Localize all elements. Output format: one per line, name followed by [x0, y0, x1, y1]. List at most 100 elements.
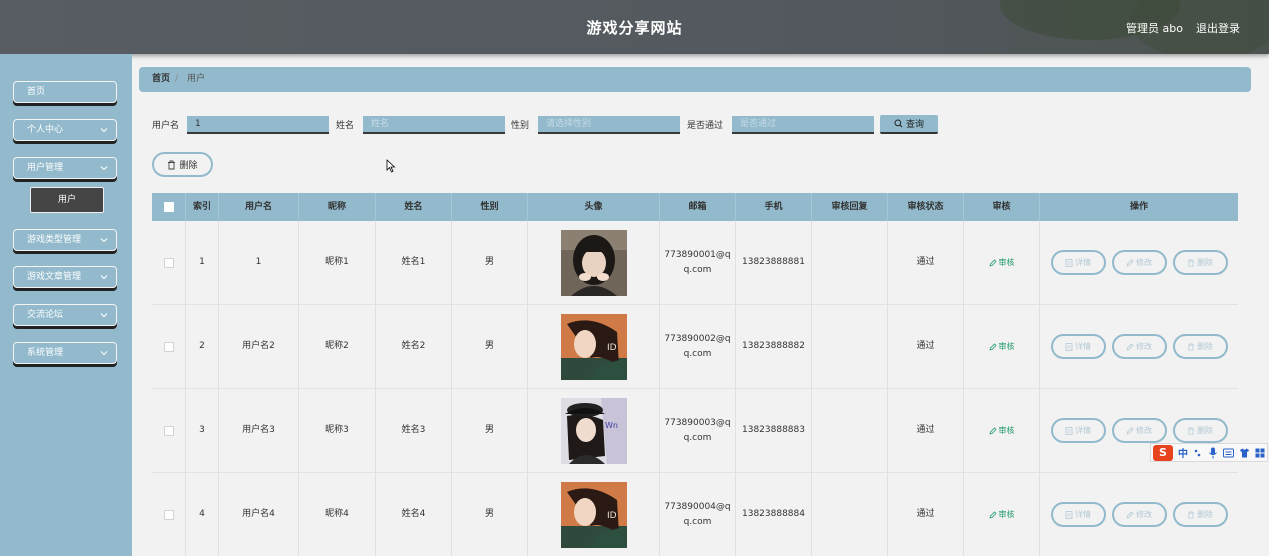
edit-icon: [988, 426, 997, 435]
username-input[interactable]: [187, 116, 329, 134]
cell-status: 通过: [888, 221, 964, 304]
logout-link[interactable]: 退出登录: [1196, 20, 1240, 36]
gender-select[interactable]: [538, 116, 680, 134]
ime-mode[interactable]: 中: [1178, 445, 1188, 460]
edit-button[interactable]: 修改: [1111, 250, 1167, 275]
sidebar-subitem-user[interactable]: 用户: [30, 187, 104, 213]
gender-label: 性别: [511, 121, 530, 131]
trash-icon: [1188, 258, 1194, 267]
column-header[interactable]: 用户名: [219, 193, 299, 221]
cell-operations: 详情 修改 删除: [1040, 473, 1238, 556]
skin-icon[interactable]: [1239, 448, 1250, 458]
row-checkbox[interactable]: [163, 425, 174, 436]
table-row: 1 1 昵称1 姓名1 男 773890001@qq.com 138238888…: [152, 221, 1238, 305]
edit-button[interactable]: 修改: [1111, 418, 1167, 443]
passed-select[interactable]: [732, 116, 874, 134]
admin-label: 管理员 abo: [1126, 22, 1183, 35]
document-icon: [1065, 258, 1073, 267]
sidebar-item-user-management[interactable]: 用户管理: [13, 157, 117, 179]
sidebar-item-home[interactable]: 首页: [13, 81, 117, 103]
cell-username: 1: [219, 221, 299, 304]
cell-reply: [812, 305, 888, 388]
detail-button[interactable]: 详情: [1050, 250, 1106, 275]
audit-link[interactable]: 审核: [988, 255, 1015, 270]
chevron-down-icon: [100, 166, 108, 171]
column-header[interactable]: 手机: [736, 193, 812, 221]
edit-icon: [988, 258, 997, 267]
column-header[interactable]: 操作: [1040, 193, 1238, 221]
breadcrumb-home[interactable]: 首页: [152, 67, 170, 92]
cell-audit: 审核: [964, 389, 1040, 472]
cell-audit: 审核: [964, 473, 1040, 556]
edit-icon: [988, 342, 997, 351]
row-checkbox[interactable]: [163, 257, 174, 268]
column-header[interactable]: 头像: [528, 193, 660, 221]
trash-icon: [1188, 342, 1194, 351]
grid-menu-icon[interactable]: [1255, 448, 1265, 458]
column-header[interactable]: 审核状态: [888, 193, 964, 221]
sidebar-item-label: 首页: [27, 87, 46, 97]
cell-reply: [812, 221, 888, 304]
cell-name: 姓名1: [376, 221, 452, 304]
sidebar-item-profile[interactable]: 个人中心: [13, 119, 117, 141]
row-checkbox[interactable]: [163, 341, 174, 352]
trash-icon: [168, 160, 176, 169]
delete-button[interactable]: 删除: [1172, 334, 1228, 359]
row-checkbox[interactable]: [163, 509, 174, 520]
trash-icon: [1188, 426, 1194, 435]
cell-status: 通过: [888, 305, 964, 388]
cell-nickname: 昵称2: [299, 305, 376, 388]
punctuation-icon[interactable]: [1193, 448, 1203, 458]
edit-icon: [1126, 258, 1134, 267]
delete-button[interactable]: 删除: [1172, 502, 1228, 527]
delete-button[interactable]: 删除: [1172, 418, 1228, 443]
cell-email: 773890001@qq.com: [660, 221, 736, 304]
audit-link[interactable]: 审核: [988, 507, 1015, 522]
column-header[interactable]: 邮箱: [660, 193, 736, 221]
microphone-icon[interactable]: [1208, 447, 1218, 459]
select-all-checkbox[interactable]: [163, 202, 174, 212]
cell-nickname: 昵称3: [299, 389, 376, 472]
row-select-cell: [152, 389, 186, 472]
table-row: 4 用户名4 昵称4 姓名4 男 ID 773890004@qq.com 138…: [152, 473, 1238, 556]
edit-button[interactable]: 修改: [1111, 334, 1167, 359]
sidebar-item-game-types[interactable]: 游戏类型管理: [13, 229, 117, 251]
sidebar-item-label: 游戏文章管理: [27, 272, 82, 282]
query-button[interactable]: 查询: [880, 115, 938, 134]
cell-index: 4: [186, 473, 219, 556]
column-header[interactable]: 性别: [452, 193, 528, 221]
delete-button[interactable]: 删除: [1172, 250, 1228, 275]
column-header[interactable]: 审核: [964, 193, 1040, 221]
trash-icon: [1188, 510, 1194, 519]
batch-delete-button[interactable]: 删除: [152, 152, 213, 177]
detail-button[interactable]: 详情: [1050, 502, 1106, 527]
column-header[interactable]: 索引: [186, 193, 219, 221]
cell-username: 用户名2: [219, 305, 299, 388]
audit-link[interactable]: 审核: [988, 423, 1015, 438]
name-input[interactable]: [363, 116, 505, 134]
column-header[interactable]: 昵称: [299, 193, 376, 221]
sidebar-item-game-articles[interactable]: 游戏文章管理: [13, 266, 117, 288]
edit-icon: [1126, 342, 1134, 351]
sidebar-item-label: 个人中心: [27, 125, 64, 135]
edit-button[interactable]: 修改: [1111, 502, 1167, 527]
detail-button[interactable]: 详情: [1050, 334, 1106, 359]
chevron-down-icon: [100, 275, 108, 280]
column-header[interactable]: 审核回复: [812, 193, 888, 221]
sidebar-item-system[interactable]: 系统管理: [13, 342, 117, 364]
keyboard-icon[interactable]: [1223, 448, 1234, 458]
edit-label: 修改: [1136, 426, 1152, 435]
column-header[interactable]: 姓名: [376, 193, 452, 221]
sidebar-item-forum[interactable]: 交流论坛: [13, 304, 117, 326]
edit-icon: [1126, 426, 1134, 435]
ime-toolbar[interactable]: S 中: [1150, 443, 1268, 462]
detail-button[interactable]: 详情: [1050, 418, 1106, 443]
cell-gender: 男: [452, 305, 528, 388]
detail-label: 详情: [1075, 342, 1091, 351]
top-header: 游戏分享网站 管理员 abo 退出登录: [0, 0, 1269, 54]
delete-label: 删除: [1197, 510, 1213, 519]
delete-label: 删除: [1197, 342, 1213, 351]
audit-link[interactable]: 审核: [988, 339, 1015, 354]
cell-phone: 13823888881: [736, 221, 812, 304]
cell-gender: 男: [452, 221, 528, 304]
